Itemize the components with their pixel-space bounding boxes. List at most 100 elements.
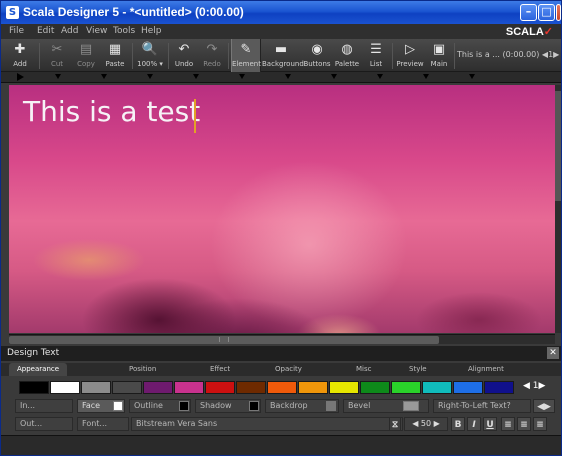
color-swatch[interactable] [236, 381, 266, 394]
align-left-icon[interactable]: ≡ [501, 417, 515, 431]
main-button[interactable]: ▣ Main [426, 39, 452, 72]
buttons-button[interactable]: ◉ Buttons [302, 39, 332, 72]
color-swatch[interactable] [143, 381, 173, 394]
palette-icon: ◍ [341, 42, 353, 57]
background-icon: ▬ [274, 42, 288, 57]
element-button[interactable]: ✎ Element [231, 39, 261, 72]
out-transition-field[interactable]: Out... [15, 417, 73, 431]
copy-button[interactable]: ▤ Copy [72, 39, 100, 72]
menu-tools[interactable]: Tools [113, 26, 135, 36]
scroll-grip-icon [219, 337, 229, 342]
color-swatch[interactable] [50, 381, 80, 394]
design-canvas[interactable]: This is a test [9, 85, 555, 333]
redo-button[interactable]: ↷ Redo [199, 39, 225, 72]
color-swatch[interactable] [81, 381, 111, 394]
close-button[interactable] [556, 4, 561, 21]
color-swatch[interactable] [360, 381, 390, 394]
tab-style[interactable]: Style [409, 363, 427, 376]
menu-file[interactable]: File [9, 26, 24, 36]
maximize-button[interactable]: □ [538, 4, 555, 21]
tab-alignment[interactable]: Alignment [468, 363, 504, 376]
title-bar: S Scala Designer 5 - *<untitled> (0:00.0… [1, 1, 561, 24]
timeline-marker [239, 74, 245, 79]
timeline-strip[interactable] [1, 72, 561, 83]
paste-button[interactable]: ▦ Paste [101, 39, 129, 72]
background-button[interactable]: ▬ Background [262, 39, 304, 72]
text-caret [194, 99, 196, 133]
toolbar-divider [228, 43, 229, 69]
tab-misc[interactable]: Misc [356, 363, 371, 376]
vertical-scrollbar[interactable] [555, 85, 561, 333]
align-right-icon[interactable]: ≡ [533, 417, 547, 431]
right-to-left-toggle[interactable]: Right-To-Left Text? [433, 399, 531, 413]
playlist-position[interactable]: This is a ... (0:00.00) ◀1▶ [457, 50, 559, 59]
backdrop-color-chip[interactable] [326, 401, 336, 411]
minimize-button[interactable]: – [520, 4, 537, 21]
play-marker-icon[interactable] [17, 73, 24, 81]
timeline-marker [331, 74, 337, 79]
zoom-dropdown[interactable]: 🔍 100% ▾ [134, 39, 166, 72]
face-color-chip[interactable] [113, 401, 123, 411]
tab-appearance[interactable]: Appearance [9, 363, 68, 376]
tab-position[interactable]: Position [129, 363, 156, 376]
copy-icon: ▤ [79, 42, 93, 57]
palette-page-nav[interactable]: ◀ 1▶ [523, 381, 545, 391]
toolbar: ✚ Add ✂ Cut ▤ Copy ▦ Paste 🔍 100% ▾ ↶ Undo ↷ Re… [1, 39, 561, 72]
horizontal-scrollbar[interactable] [9, 334, 555, 344]
menu-help[interactable]: Help [141, 26, 162, 36]
menu-edit[interactable]: Edit [37, 26, 54, 36]
color-swatch[interactable] [112, 381, 142, 394]
outline-color-chip[interactable] [179, 401, 189, 411]
undo-button[interactable]: ↶ Undo [171, 39, 197, 72]
timeline-marker [193, 74, 199, 79]
align-center-icon[interactable]: ≡ [517, 417, 531, 431]
main-icon: ▣ [432, 42, 446, 57]
underline-button[interactable]: U [483, 417, 497, 431]
rtl-nav-arrows[interactable]: ◀▶ [533, 399, 555, 413]
toolbar-divider [39, 43, 40, 69]
color-swatch[interactable] [267, 381, 297, 394]
palette-button[interactable]: ◍ Palette [333, 39, 361, 72]
font-size-icon: ⧖ [389, 417, 401, 431]
font-button[interactable]: Font... [77, 417, 129, 431]
menu-view[interactable]: View [86, 26, 107, 36]
bold-button[interactable]: B [451, 417, 465, 431]
in-transition-field[interactable]: In... [15, 399, 73, 413]
color-swatch[interactable] [174, 381, 204, 394]
color-swatch[interactable] [298, 381, 328, 394]
color-swatch[interactable] [484, 381, 514, 394]
tab-effect[interactable]: Effect [210, 363, 230, 376]
scroll-thumb[interactable] [555, 91, 561, 201]
timeline-marker [147, 74, 153, 79]
cut-button[interactable]: ✂ Cut [43, 39, 71, 72]
bevel-style-icon[interactable] [403, 401, 419, 411]
window-title: Scala Designer 5 - *<untitled> (0:00.00) [23, 5, 244, 19]
font-name-field[interactable]: Bitstream Vera Sans [131, 417, 403, 431]
add-button[interactable]: ✚ Add [5, 39, 35, 72]
buttons-icon: ◉ [311, 42, 323, 57]
italic-button[interactable]: I [467, 417, 481, 431]
color-swatch[interactable] [19, 381, 49, 394]
toolbar-divider [168, 43, 169, 69]
color-swatch[interactable] [422, 381, 452, 394]
zoom-icon: 🔍 [141, 42, 159, 57]
font-size-stepper[interactable]: ◀ 50 ▶ [404, 417, 448, 431]
shadow-color-chip[interactable] [249, 401, 259, 411]
color-swatch[interactable] [205, 381, 235, 394]
app-icon: S [6, 6, 19, 19]
toolbar-divider [132, 43, 133, 69]
color-swatch[interactable] [453, 381, 483, 394]
color-swatch[interactable] [329, 381, 359, 394]
canvas-text-element[interactable]: This is a test [23, 95, 200, 128]
redo-icon: ↷ [206, 42, 218, 57]
menu-bar: File Edit Add View Tools Help SCALA✓ [1, 24, 561, 39]
tab-opacity[interactable]: Opacity [275, 363, 302, 376]
panel-title: Design Text [7, 348, 60, 358]
list-button[interactable]: ☰ List [363, 39, 389, 72]
timeline-marker [101, 74, 107, 79]
timeline-marker [423, 74, 429, 79]
color-swatch[interactable] [391, 381, 421, 394]
menu-add[interactable]: Add [61, 26, 78, 36]
panel-close-icon[interactable]: ✕ [547, 347, 559, 359]
preview-button[interactable]: ▷ Preview [396, 39, 424, 72]
